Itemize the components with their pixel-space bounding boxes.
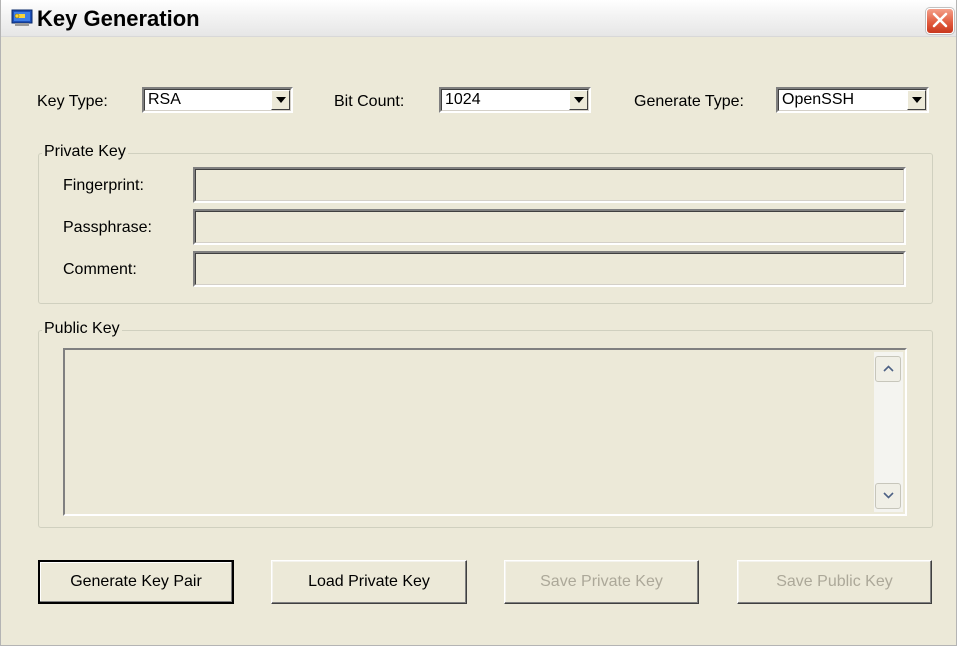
private-key-group-title: Private Key <box>42 143 128 161</box>
public-key-scrollbar[interactable] <box>874 352 903 512</box>
chevron-up-icon <box>883 365 894 372</box>
bit-count-dropdown-button[interactable] <box>569 90 588 110</box>
bit-count-select[interactable]: 1024 <box>439 87 591 113</box>
chevron-down-icon <box>912 97 922 103</box>
key-generation-window: Key Generation Key Type: RSA Bit Count: … <box>0 0 957 646</box>
generate-type-dropdown-button[interactable] <box>907 90 926 110</box>
public-key-textarea[interactable] <box>63 348 907 516</box>
close-button[interactable] <box>926 8 954 34</box>
generate-type-label: Generate Type: <box>634 93 744 110</box>
window-title: Key Generation <box>37 6 200 31</box>
passphrase-label: Passphrase: <box>63 219 152 236</box>
generate-key-pair-button[interactable]: Generate Key Pair <box>38 560 234 604</box>
scroll-up-button[interactable] <box>875 356 901 382</box>
key-type-label: Key Type: <box>37 93 108 110</box>
generate-type-value: OpenSSH <box>782 91 855 108</box>
comment-field[interactable] <box>193 251 906 287</box>
key-type-dropdown-button[interactable] <box>271 90 290 110</box>
chevron-down-icon <box>883 492 894 499</box>
chevron-down-icon <box>574 97 584 103</box>
bit-count-label: Bit Count: <box>334 93 405 110</box>
title-bar[interactable]: Key Generation <box>1 0 956 37</box>
fingerprint-label: Fingerprint: <box>63 177 144 194</box>
scroll-down-button[interactable] <box>875 483 901 509</box>
bit-count-value: 1024 <box>445 91 481 108</box>
key-type-value: RSA <box>148 91 181 108</box>
passphrase-field[interactable] <box>193 209 906 245</box>
public-key-group-title: Public Key <box>42 320 122 338</box>
fingerprint-field[interactable] <box>193 167 906 203</box>
close-icon <box>932 12 948 28</box>
chevron-down-icon <box>276 97 286 103</box>
key-generation-app-icon <box>11 9 33 27</box>
save-public-key-button[interactable]: Save Public Key <box>737 560 932 604</box>
save-private-key-button[interactable]: Save Private Key <box>504 560 699 604</box>
comment-label: Comment: <box>63 261 137 278</box>
generate-type-select[interactable]: OpenSSH <box>776 87 929 113</box>
load-private-key-button[interactable]: Load Private Key <box>271 560 467 604</box>
key-type-select[interactable]: RSA <box>142 87 293 113</box>
